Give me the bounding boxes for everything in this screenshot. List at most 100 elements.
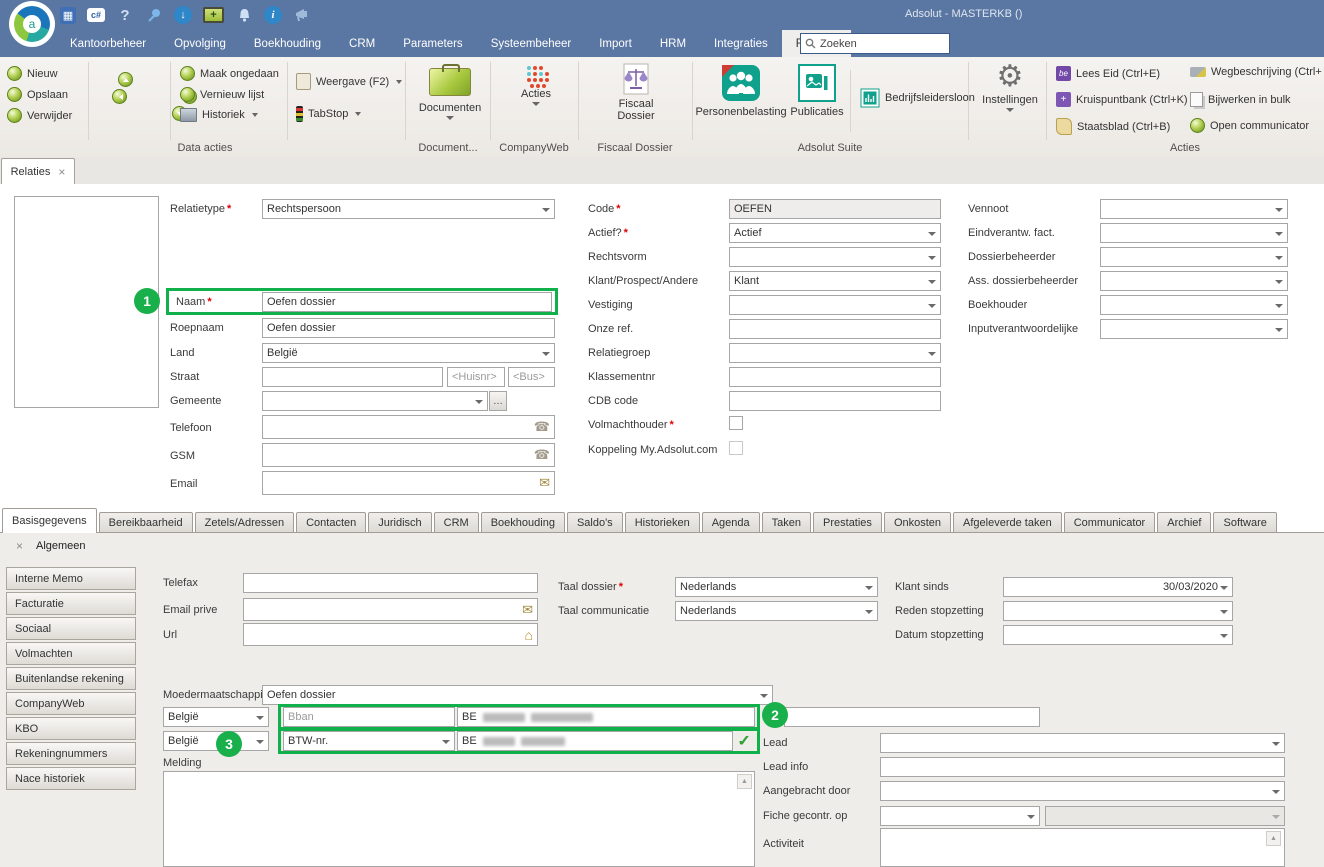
reden-stopzetting-select[interactable] <box>1003 601 1233 621</box>
scroll-up-icon[interactable]: ▲ <box>737 774 752 789</box>
bban-country-select[interactable]: België <box>163 707 269 727</box>
extra-number-input[interactable] <box>784 707 1040 727</box>
new-button[interactable]: Nieuw <box>7 66 58 81</box>
view-button[interactable]: Weergave (F2) <box>296 73 402 90</box>
tab-basisgegevens[interactable]: Basisgegevens <box>2 508 97 533</box>
delete-button[interactable]: Verwijder <box>7 108 72 123</box>
sidebar-item-buitenlandse-rekening[interactable]: Buitenlandse rekening <box>6 667 136 690</box>
lees-eid-button[interactable]: beLees Eid (Ctrl+E) <box>1056 66 1160 81</box>
roepnaam-input[interactable]: Oefen dossier <box>262 318 555 338</box>
ass-dossierbeheerder-select[interactable] <box>1100 271 1288 291</box>
menu-tab-import[interactable]: Import <box>585 30 646 57</box>
lead-info-input[interactable] <box>880 757 1285 777</box>
dossierbeheerder-select[interactable] <box>1100 247 1288 267</box>
menu-tab-opvolging[interactable]: Opvolging <box>160 30 240 57</box>
actief-select[interactable]: Actief <box>729 223 941 243</box>
refresh-list-button[interactable]: Vernieuw lijst <box>180 87 264 102</box>
menu-tab-parameters[interactable]: Parameters <box>389 30 476 57</box>
bban-number-input[interactable]: BE <box>457 707 755 727</box>
nav-previous-button[interactable] <box>112 89 127 104</box>
relatiegroep-select[interactable] <box>729 343 941 363</box>
menu-tab-integraties[interactable]: Integraties <box>700 30 782 57</box>
tab-zetels-adressen[interactable]: Zetels/Adressen <box>195 512 294 533</box>
boekhouder-select[interactable] <box>1100 295 1288 315</box>
save-button[interactable]: Opslaan <box>7 87 68 102</box>
download-icon[interactable]: ↓ <box>174 6 192 24</box>
tab-saldos[interactable]: Saldo's <box>567 512 623 533</box>
scroll-up-icon[interactable]: ▲ <box>1266 831 1281 846</box>
sidebar-item-kbo[interactable]: KBO <box>6 717 136 740</box>
telefax-input[interactable] <box>243 573 538 593</box>
calculator-icon[interactable]: ▦ <box>60 7 76 24</box>
melding-textarea[interactable] <box>163 771 755 867</box>
tab-contacten[interactable]: Contacten <box>296 512 366 533</box>
tab-agenda[interactable]: Agenda <box>702 512 760 533</box>
tab-historieken[interactable]: Historieken <box>625 512 700 533</box>
btw-number-input[interactable]: BE <box>457 731 733 751</box>
taal-communicatie-select[interactable]: Nederlands <box>675 601 878 621</box>
vestiging-select[interactable] <box>729 295 941 315</box>
eindverantw-select[interactable] <box>1100 223 1288 243</box>
bell-icon[interactable] <box>235 6 253 24</box>
documents-button[interactable]: Documenten <box>412 62 488 124</box>
pin-icon[interactable] <box>145 6 163 24</box>
screen-add-icon[interactable]: + <box>203 7 224 23</box>
document-tab-relaties[interactable]: Relaties × <box>1 158 75 184</box>
land-select[interactable]: België <box>262 343 555 363</box>
tab-afgeleverde-taken[interactable]: Afgeleverde taken <box>953 512 1062 533</box>
tab-communicator[interactable]: Communicator <box>1064 512 1156 533</box>
megaphone-icon[interactable] <box>293 6 311 24</box>
sidebar-item-companyweb[interactable]: CompanyWeb <box>6 692 136 715</box>
history-button[interactable]: Historiek <box>180 108 258 122</box>
sidebar-item-rekeningnummers[interactable]: Rekeningnummers <box>6 742 136 765</box>
companyweb-actions-button[interactable]: Acties <box>496 62 576 110</box>
menu-tab-kantoorbeheer[interactable]: Kantoorbeheer <box>56 30 160 57</box>
fiche-gecontr-select[interactable] <box>880 806 1040 826</box>
nav-first-button[interactable] <box>118 72 133 87</box>
kruispuntbank-button[interactable]: +Kruispuntbank (Ctrl+K) <box>1056 92 1188 107</box>
relatietype-select[interactable]: Rechtspersoon <box>262 199 555 219</box>
staatsblad-button[interactable]: Staatsblad (Ctrl+B) <box>1056 118 1170 135</box>
bban-type-input[interactable]: Bban <box>283 707 455 727</box>
gsm-input[interactable]: ☎ <box>262 443 555 467</box>
klassementnr-input[interactable] <box>729 367 941 387</box>
bus-input[interactable]: <Bus> <box>508 367 555 387</box>
vennoot-select[interactable] <box>1100 199 1288 219</box>
activiteit-textarea[interactable] <box>880 828 1285 867</box>
close-icon[interactable]: × <box>58 165 65 179</box>
straat-input[interactable] <box>262 367 443 387</box>
klant-sinds-datepicker[interactable]: 30/03/2020 <box>1003 577 1233 597</box>
klant-prospect-select[interactable]: Klant <box>729 271 941 291</box>
menu-tab-crm[interactable]: CRM <box>335 30 389 57</box>
datum-stopzetting-select[interactable] <box>1003 625 1233 645</box>
huisnr-input[interactable]: <Huisnr> <box>447 367 505 387</box>
info-icon[interactable]: i <box>264 6 282 24</box>
cdb-code-input[interactable] <box>729 391 941 411</box>
tab-crm[interactable]: CRM <box>434 512 479 533</box>
sidebar-item-volmachten[interactable]: Volmachten <box>6 642 136 665</box>
telefoon-input[interactable]: ☎ <box>262 415 555 439</box>
email-input[interactable]: ✉ <box>262 471 555 495</box>
fiscaal-dossier-button[interactable]: Fiscaal Dossier <box>586 63 686 122</box>
tab-juridisch[interactable]: Juridisch <box>368 512 431 533</box>
aangebracht-door-select[interactable] <box>880 781 1285 801</box>
tabstop-button[interactable]: TabStop <box>296 106 361 122</box>
csharp-bubble-icon[interactable]: c# <box>87 8 105 22</box>
publicaties-button[interactable]: Publicaties <box>788 64 846 118</box>
gemeente-lookup-button[interactable]: … <box>489 391 507 411</box>
tab-prestaties[interactable]: Prestaties <box>813 512 882 533</box>
rechtsvorm-select[interactable] <box>729 247 941 267</box>
sidebar-item-facturatie[interactable]: Facturatie <box>6 592 136 615</box>
wegbeschrijving-button[interactable]: Wegbeschrijving (Ctrl+ <box>1190 66 1322 78</box>
menu-tab-boekhouding[interactable]: Boekhouding <box>240 30 335 57</box>
btw-type-select[interactable]: BTW-nr. <box>283 731 455 751</box>
bedrijfsleidersloon-button[interactable]: Bedrijfsleidersloon <box>860 88 975 108</box>
settings-button[interactable]: ⚙ Instellingen <box>978 62 1042 116</box>
onze-ref-input[interactable] <box>729 319 941 339</box>
taal-dossier-select[interactable]: Nederlands <box>675 577 878 597</box>
tab-onkosten[interactable]: Onkosten <box>884 512 951 533</box>
open-communicator-button[interactable]: Open communicator <box>1190 118 1309 133</box>
menu-tab-systeembeheer[interactable]: Systeembeheer <box>477 30 586 57</box>
personenbelasting-button[interactable]: Personenbelasting <box>694 64 788 118</box>
moedermaatschappij-select[interactable]: Oefen dossier <box>262 685 773 705</box>
